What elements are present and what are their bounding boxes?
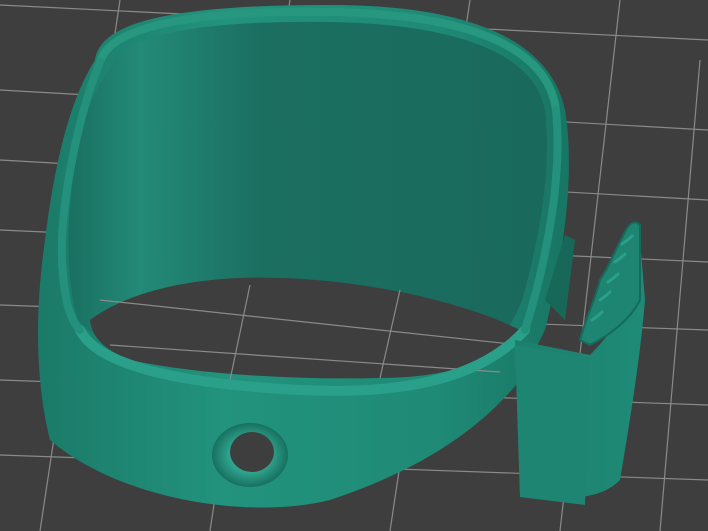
scene-canvas[interactable] bbox=[0, 0, 708, 531]
mounting-hole bbox=[230, 432, 274, 472]
grid-line bbox=[659, 59, 701, 531]
3d-viewport[interactable] bbox=[0, 0, 708, 531]
clip-front-face bbox=[515, 345, 590, 505]
